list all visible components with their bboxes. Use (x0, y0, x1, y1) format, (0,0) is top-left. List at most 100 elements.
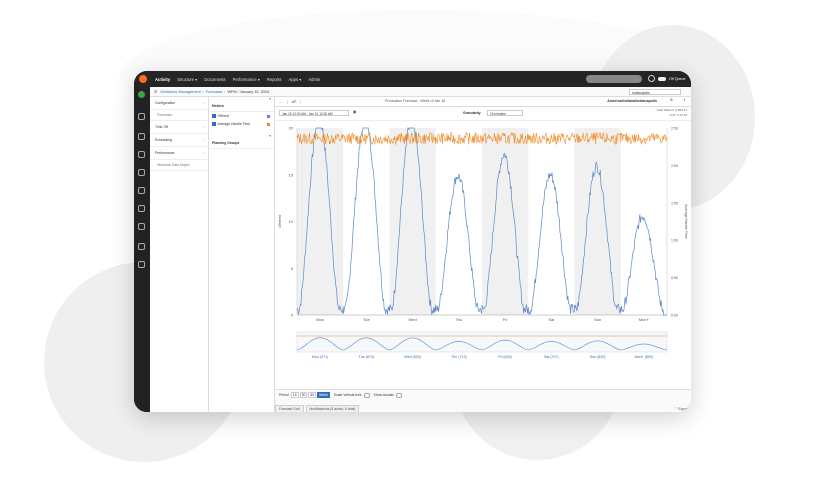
planning-groups-title: Planning Groups (212, 141, 240, 145)
metrics-panel: Metrics ▾ Offered Average Handle Time Pla… (209, 97, 275, 412)
timezone-label: America/Indiana/Indianapolis (607, 99, 657, 103)
y2-tick-label: 1:50 (671, 201, 678, 205)
y2-tick-label: 2:00 (671, 164, 678, 168)
star-icon[interactable] (138, 113, 145, 120)
chevron-right-icon: › (203, 138, 205, 142)
forecast-chart-svg: 0 5 10 15 20 0:00 0:50 1:00 1:50 2:00 2:50 Offered A… (278, 126, 688, 360)
metric-offered[interactable]: Offered (209, 112, 274, 120)
avatar[interactable] (138, 91, 145, 98)
x-tick-label: Thu (455, 317, 462, 322)
gear-icon[interactable]: ⚙ (670, 98, 673, 102)
period-week-button[interactable]: Week (317, 392, 330, 398)
navigator-area (296, 331, 668, 353)
breadcrumb-separator: / (224, 89, 226, 94)
sidebar-item-label: Time Off (155, 125, 168, 129)
nav-reports[interactable]: Reports (267, 77, 282, 82)
y-tick-label: 10 (289, 219, 294, 224)
metric-aht[interactable]: Average Handle Time (209, 120, 274, 128)
forecast-title: Production Forecast - Week of Jan 15 (385, 99, 446, 103)
navigator-day-label: Mon+ (800) (635, 355, 653, 359)
chevron-right-icon: › (203, 101, 205, 105)
metrics-header[interactable]: Metrics ▾ (209, 97, 274, 112)
date-range-input[interactable]: Jan 15 12:00 AM - Jan 21 12:00 AM (279, 110, 349, 116)
tab-ap[interactable]: AP (286, 99, 302, 104)
granularity-select[interactable]: 15 minutes (487, 110, 523, 116)
tablet-frame: Activity Structure ▾ Documents Performan… (134, 71, 691, 412)
scale-toggle[interactable] (364, 392, 371, 398)
chat-icon[interactable] (138, 133, 145, 140)
y2-axis-label: Average Handle Time (684, 204, 688, 239)
planning-groups-header[interactable]: Planning Groups ▾ (209, 134, 274, 149)
breadcrumb-forecasts[interactable]: Forecasts (206, 90, 223, 94)
chevron-down-icon: ▾ (269, 134, 271, 138)
checkbox-icon[interactable] (212, 114, 216, 118)
inbox-icon[interactable] (138, 187, 145, 194)
navigator-day-label: Sun (642) (590, 355, 606, 359)
site-select[interactable]: Indianapolis (629, 88, 681, 95)
x-tick-label: Wed (409, 317, 417, 322)
navigator-day-label: Fri (830) (498, 355, 512, 359)
sidebar-item-scheduling[interactable]: Scheduling › (150, 134, 208, 147)
day-band (574, 128, 621, 315)
menu-icon[interactable]: — (279, 100, 283, 104)
export-link[interactable]: ⌃ Export (674, 407, 688, 411)
tab-modifications[interactable]: Modifications (5 active, 5 total) (305, 405, 360, 412)
collapse-icon[interactable]: ⊞ (154, 89, 157, 94)
search-input[interactable] (586, 75, 642, 83)
notification-icon[interactable] (648, 75, 655, 82)
export-icon[interactable]: ⇪ (683, 98, 686, 102)
sidebar-item-performance[interactable]: Performance › (150, 147, 208, 160)
sidebar-item-label: Scheduling (155, 138, 172, 142)
y2-tick-label: 0:50 (671, 276, 678, 280)
content-area: ⊞ Workforce Management / Forecasts / WFM… (150, 87, 691, 412)
period-30-button[interactable]: 30 (299, 392, 308, 398)
total-offered-text: Total Offered: 6,800.41 (656, 108, 687, 112)
x-tick-label: Mon+ (639, 317, 650, 322)
breadcrumb-workforce[interactable]: Workforce Management (160, 90, 200, 94)
apps-icon[interactable] (138, 261, 145, 268)
sidebar-item-configuration[interactable]: Configuration › (150, 97, 208, 110)
scale-vertical-axis-label: Scale Vertical Axis (333, 393, 362, 397)
calendar-icon[interactable]: ▦ (353, 110, 356, 114)
phone-icon[interactable] (138, 169, 145, 176)
y-tick-label: 5 (291, 266, 294, 271)
main-panel: — AP Production Forecast - Week of Jan 1… (275, 97, 691, 412)
navigator-day-label: Tue (874) (359, 355, 374, 359)
y-tick-label: 15 (289, 172, 294, 177)
nav-apps[interactable]: Apps ▾ (289, 77, 302, 82)
sidebar-item-historical[interactable]: Historical Data Import (150, 160, 208, 171)
x-tick-label: Fri (503, 317, 508, 322)
clock-icon[interactable] (138, 205, 145, 212)
tab-forecast-grid[interactable]: Forecast Grid (275, 405, 304, 412)
list-icon[interactable] (138, 223, 145, 230)
off-queue-label: Off Queue (669, 76, 686, 81)
status-toggle[interactable] (658, 76, 666, 81)
x-tick-label: Sat (548, 317, 555, 322)
video-icon[interactable] (138, 151, 145, 158)
y2-tick-label: 0:00 (671, 314, 678, 318)
sidebar-item-forecasts[interactable]: Forecasts (150, 110, 208, 121)
y2-tick-label: 2:50 (671, 127, 678, 131)
period-60-button[interactable]: 60 (308, 392, 317, 398)
nav-activity[interactable]: Activity (155, 77, 170, 82)
users-icon[interactable] (138, 243, 145, 250)
footer: Period 15 30 60 Week Scale Vertical Axis… (275, 389, 691, 412)
y2-tick-label: 1:00 (671, 239, 678, 243)
forecast-chart: 0 5 10 15 20 0:00 0:50 1:00 1:50 2:00 2:50 Offered A… (275, 120, 691, 382)
chevron-down-icon: ▾ (269, 97, 271, 101)
show-actuals-label: Show Actuals (373, 393, 394, 397)
nav-structure[interactable]: Structure ▾ (177, 77, 197, 82)
sidebar-item-time-off[interactable]: Time Off › (150, 121, 208, 134)
period-controls: Period 15 30 60 Week Scale Vertical Axis… (279, 392, 402, 398)
sidebar-item-label: Configuration (155, 101, 176, 105)
period-15-button[interactable]: 15 (290, 392, 299, 398)
nav-documents[interactable]: Documents (204, 77, 225, 82)
period-label: Period (279, 393, 289, 397)
nav-admin[interactable]: Admin (308, 77, 320, 82)
checkbox-icon[interactable] (212, 122, 216, 126)
actuals-toggle[interactable] (395, 392, 402, 398)
x-tick-label: Sun (594, 317, 601, 322)
nav-performance[interactable]: Performance ▾ (233, 77, 260, 82)
breadcrumb-current: WFM / January 15, 2024 (227, 89, 270, 94)
x-tick-label: Mon (316, 317, 324, 322)
